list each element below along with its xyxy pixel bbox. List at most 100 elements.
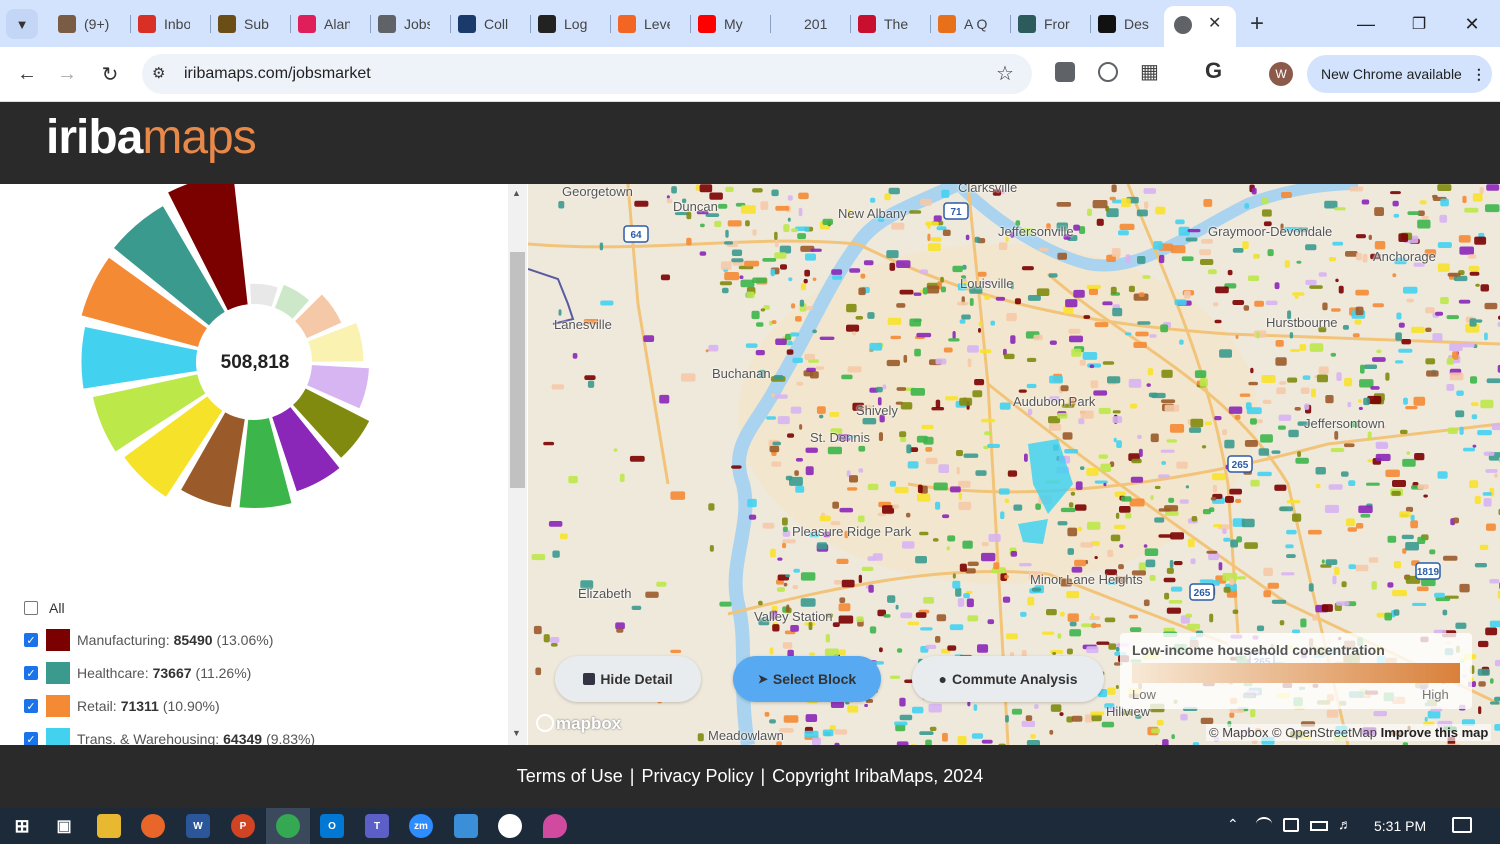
tab-9[interactable]: 201 <box>778 8 830 40</box>
teams-icon[interactable]: T <box>365 814 389 838</box>
chart-slice-14[interactable] <box>250 283 278 307</box>
attribution-text[interactable]: © Mapbox © OpenStreetMap <box>1209 725 1377 740</box>
all-checkbox[interactable] <box>24 601 38 615</box>
legend-checkbox[interactable]: ✓ <box>24 633 38 647</box>
tab-10[interactable]: The <box>858 8 910 40</box>
site-logo[interactable]: iribamaps <box>46 110 257 165</box>
back-button[interactable]: ← <box>12 59 42 89</box>
job-block <box>816 542 828 550</box>
drop-icon[interactable] <box>543 814 567 838</box>
tab-3[interactable]: Alan <box>298 8 350 40</box>
scroll-thumb[interactable] <box>510 252 525 488</box>
task-view-icon[interactable]: ▣ <box>52 814 76 838</box>
job-block <box>889 675 901 679</box>
legend-row[interactable]: ✓ Retail: 71311 (10.90%) <box>24 694 220 718</box>
extension-icon-2[interactable] <box>1098 62 1118 82</box>
powerpoint-icon[interactable]: P <box>231 814 255 838</box>
tab-5[interactable]: Coll <box>458 8 510 40</box>
zoom-icon[interactable]: zm <box>409 814 433 838</box>
legend-checkbox[interactable]: ✓ <box>24 666 38 680</box>
job-block <box>1071 348 1082 357</box>
windows-start-icon[interactable]: ⊞ <box>10 814 34 838</box>
security-icon[interactable] <box>1283 818 1299 832</box>
tab-separator <box>770 15 771 33</box>
new-chrome-button[interactable]: New Chrome available ⋮ <box>1307 55 1492 93</box>
reload-button[interactable]: ↻ <box>95 59 125 89</box>
terms-link[interactable]: Terms of Use <box>517 766 623 787</box>
battery-icon[interactable] <box>1310 821 1328 831</box>
panel-scrollbar[interactable]: ▲ ▼ <box>508 184 527 745</box>
tab-4[interactable]: Jobs <box>378 8 430 40</box>
job-block <box>720 261 732 270</box>
taskbar-clock[interactable]: 5:31 PM <box>1374 818 1426 834</box>
tab-1[interactable]: Inbox <box>138 8 190 40</box>
outlook-icon[interactable]: O <box>320 814 344 838</box>
job-block <box>771 461 782 467</box>
job-block <box>933 215 942 222</box>
wifi-icon[interactable] <box>1256 817 1272 831</box>
tab-8[interactable]: My <box>698 8 750 40</box>
extension-icon-1[interactable] <box>1055 62 1075 82</box>
tab-active[interactable]: ✕ <box>1164 6 1236 47</box>
close-window-button[interactable]: ✕ <box>1458 10 1486 38</box>
minimize-button[interactable]: — <box>1352 10 1380 38</box>
job-block <box>1087 208 1092 216</box>
close-icon[interactable]: ✕ <box>1208 13 1221 33</box>
job-block <box>1341 471 1349 477</box>
bookmark-star-icon[interactable]: ☆ <box>996 61 1014 86</box>
tab-11[interactable]: A Q <box>938 8 990 40</box>
highway-shield-label: 64 <box>630 230 642 241</box>
notification-icon[interactable] <box>1452 817 1472 833</box>
map-place-label: Audubon Park <box>1013 394 1096 409</box>
tab-search-button[interactable]: ▼ <box>6 9 38 39</box>
forward-button[interactable]: → <box>52 59 82 89</box>
job-block <box>1190 558 1196 565</box>
avatar[interactable]: W <box>1269 62 1293 86</box>
legend-checkbox[interactable]: ✓ <box>24 732 38 745</box>
puzzle-icon[interactable]: ▦ <box>1140 59 1159 84</box>
commute-analysis-button[interactable]: ● Commute Analysis <box>912 656 1104 702</box>
app-icon[interactable] <box>498 814 522 838</box>
site-settings-icon[interactable]: ⚙ <box>152 64 165 82</box>
legend-row[interactable]: ✓ Trans. & Warehousing: 64349 (9.83%) <box>24 727 315 745</box>
tab-12[interactable]: Fror <box>1018 8 1070 40</box>
job-block <box>797 233 806 240</box>
job-block <box>1143 544 1148 548</box>
job-block <box>1071 715 1083 722</box>
job-block <box>1159 254 1165 264</box>
jobs-map[interactable]: 64712652652651819 GeorgetownDuncanNew Al… <box>528 184 1500 745</box>
legend-checkbox[interactable]: ✓ <box>24 699 38 713</box>
job-block <box>1437 184 1452 191</box>
tab-13[interactable]: Des <box>1098 8 1150 40</box>
url-text[interactable]: iribamaps.com/jobsmarket <box>184 65 371 83</box>
hide-detail-button[interactable]: Hide Detail <box>555 656 701 702</box>
tab-6[interactable]: Log <box>538 8 590 40</box>
file-explorer-icon[interactable] <box>97 814 121 838</box>
legend-all[interactable]: All <box>24 596 65 620</box>
job-block <box>543 441 555 446</box>
legend-row[interactable]: ✓ Manufacturing: 85490 (13.06%) <box>24 628 273 652</box>
address-bar[interactable]: ⚙ iribamaps.com/jobsmarket ☆ <box>142 54 1032 94</box>
improve-map-link[interactable]: Improve this map <box>1381 725 1489 740</box>
word-icon[interactable]: W <box>186 814 210 838</box>
select-block-button[interactable]: ➤ Select Block <box>733 656 881 702</box>
legend-row[interactable]: ✓ Healthcare: 73667 (11.26%) <box>24 661 251 685</box>
chevron-up-icon[interactable]: ⌃ <box>1227 816 1239 833</box>
chrome-icon[interactable] <box>276 814 300 838</box>
job-block <box>1080 410 1094 419</box>
scroll-down-arrow[interactable]: ▼ <box>512 728 521 738</box>
tab-0[interactable]: (9+) <box>58 8 110 40</box>
job-block <box>1247 275 1260 282</box>
photos-icon[interactable] <box>454 814 478 838</box>
google-icon[interactable]: G <box>1205 58 1222 84</box>
privacy-link[interactable]: Privacy Policy <box>641 766 753 787</box>
volume-icon[interactable]: ♬ <box>1338 816 1352 832</box>
tab-7[interactable]: Leve <box>618 8 670 40</box>
firefox-icon[interactable] <box>141 814 165 838</box>
new-tab-button[interactable]: + <box>1250 10 1264 38</box>
tab-2[interactable]: Sub <box>218 8 270 40</box>
scroll-up-arrow[interactable]: ▲ <box>512 188 521 198</box>
job-block <box>1356 252 1362 261</box>
mapbox-logo[interactable]: mapbox <box>536 714 621 734</box>
restore-button[interactable]: ❐ <box>1405 10 1433 38</box>
